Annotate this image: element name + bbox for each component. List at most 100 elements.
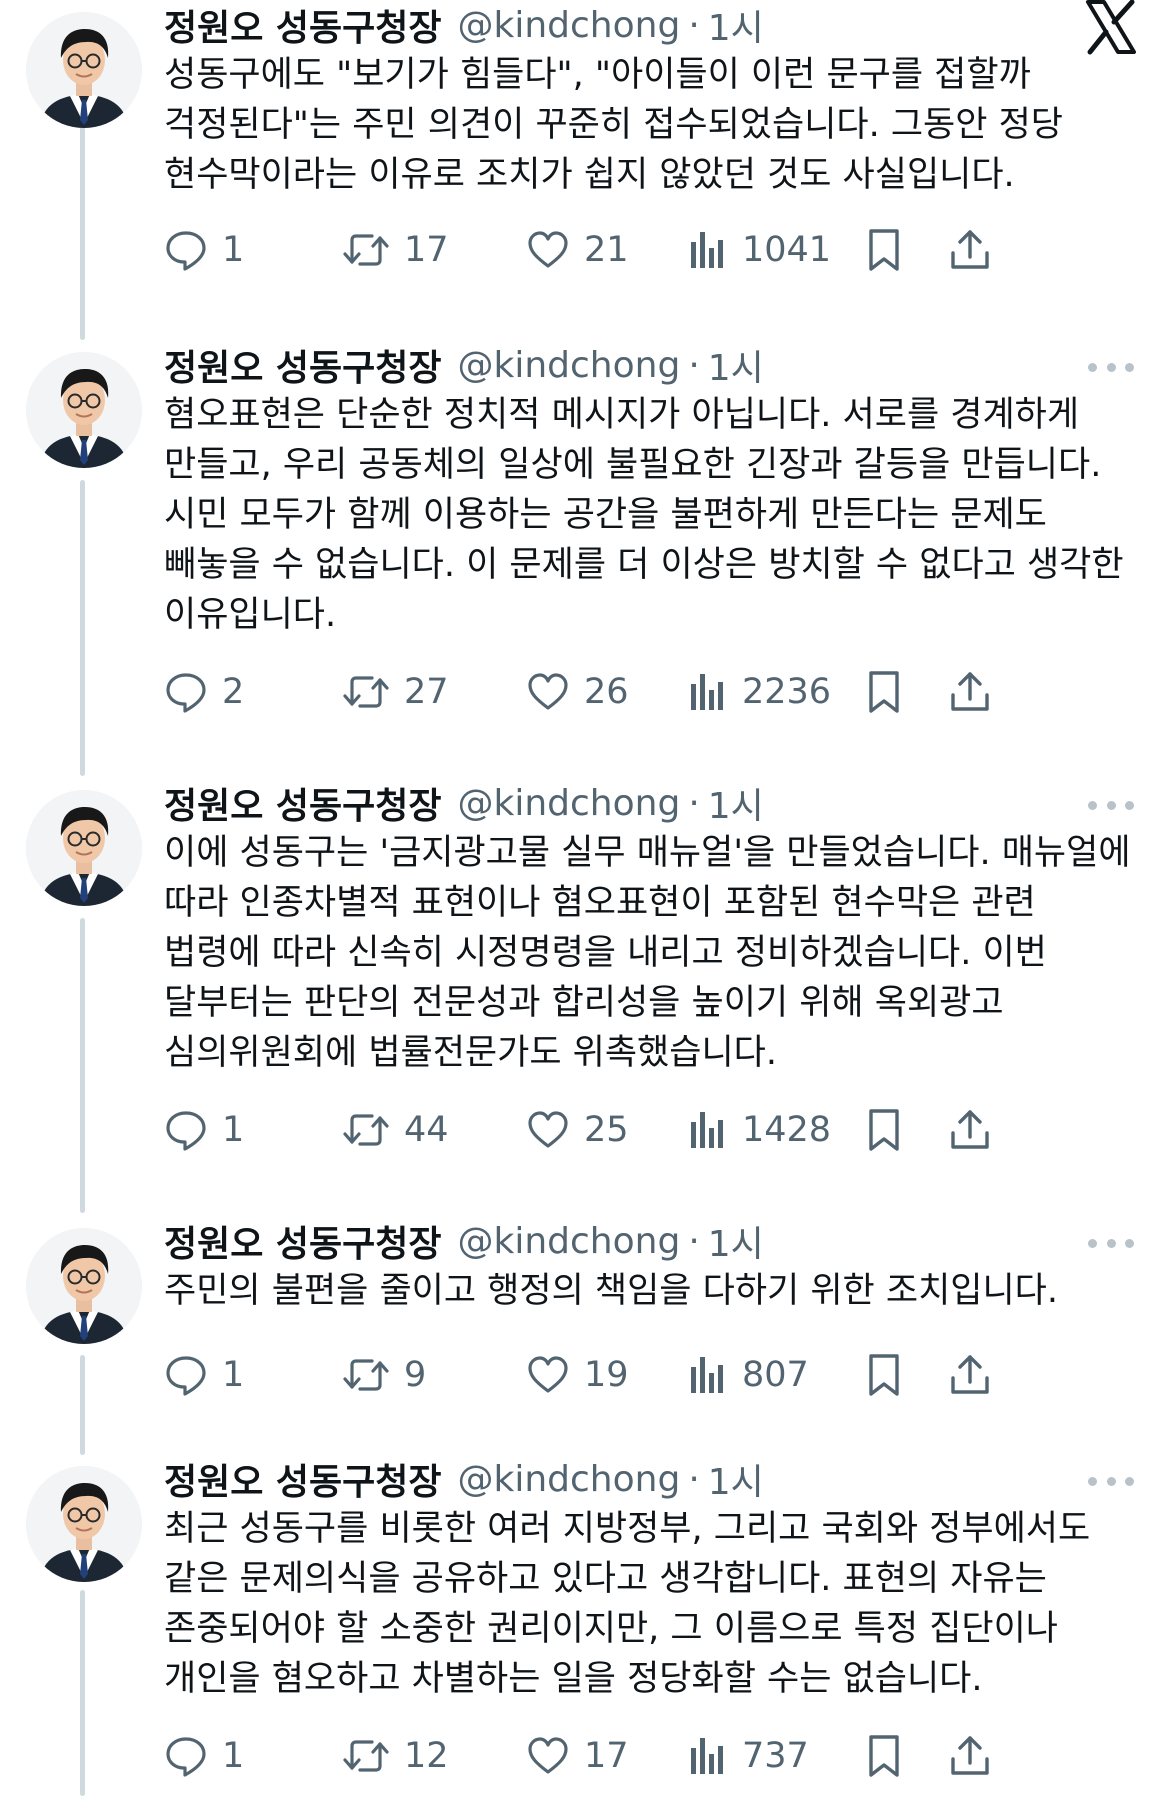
view-count: 737 (742, 1736, 809, 1776)
author-handle[interactable]: @kindchong (458, 345, 681, 386)
more-icon[interactable] (1088, 1228, 1134, 1258)
author-name[interactable]: 정원오 성동구청장 (164, 1453, 442, 1505)
bookmark-button[interactable] (864, 662, 904, 722)
share-button[interactable] (948, 220, 992, 280)
timestamp[interactable]: 1시 (708, 777, 764, 829)
views-icon (691, 232, 723, 268)
like-count: 17 (584, 1736, 629, 1776)
bookmark-button[interactable] (864, 220, 904, 280)
timestamp[interactable]: 1시 (708, 339, 764, 391)
author-name[interactable]: 정원오 성동구청장 (164, 777, 442, 829)
heart-icon (528, 1111, 568, 1148)
timestamp[interactable]: 1시 (708, 1215, 764, 1267)
repost-icon (343, 1359, 389, 1391)
tweet-header: 정원오 성동구청장 @kindchong · 1시 (164, 340, 764, 390)
tweet-text: 혐오표현은 단순한 정치적 메시지가 아닙니다. 서로를 경계하게 만들고, 우… (164, 395, 1124, 635)
separator: · (688, 4, 700, 46)
more-icon[interactable] (1088, 790, 1134, 820)
like-button[interactable]: 21 (526, 220, 629, 280)
share-icon (951, 1736, 989, 1775)
bookmark-button[interactable] (864, 1345, 904, 1405)
bookmark-icon (869, 229, 899, 271)
like-count: 21 (584, 230, 629, 270)
views-button[interactable]: 737 (688, 1726, 809, 1786)
tweet-header: 정원오 성동구청장 @kindchong · 1시 (164, 0, 764, 50)
repost-button[interactable]: 12 (342, 1726, 449, 1786)
share-icon (951, 1110, 989, 1149)
repost-count: 27 (404, 672, 449, 712)
tweet-actions: 2 27 26 2236 (164, 662, 1144, 722)
avatar[interactable] (26, 1228, 142, 1344)
views-icon (691, 674, 723, 710)
tweet-text: 최근 성동구를 비롯한 여러 지방정부, 그리고 국회와 정부에서도 같은 문제… (164, 1509, 1091, 1699)
views-button[interactable]: 1041 (688, 220, 831, 280)
timestamp[interactable]: 1시 (708, 1453, 764, 1505)
reply-button[interactable]: 1 (164, 1100, 244, 1160)
bookmark-button[interactable] (864, 1100, 904, 1160)
like-button[interactable]: 26 (526, 662, 629, 722)
tweet-header: 정원오 성동구청장 @kindchong · 1시 (164, 1216, 764, 1266)
share-button[interactable] (948, 1345, 992, 1405)
x-logo-icon[interactable] (1082, 0, 1140, 56)
author-handle[interactable]: @kindchong (458, 1459, 681, 1500)
repost-button[interactable]: 17 (342, 220, 449, 280)
repost-icon (343, 1114, 389, 1146)
more-icon[interactable] (1088, 1466, 1134, 1496)
author-name[interactable]: 정원오 성동구청장 (164, 0, 442, 51)
bookmark-button[interactable] (864, 1726, 904, 1786)
share-button[interactable] (948, 1100, 992, 1160)
like-button[interactable]: 17 (526, 1726, 629, 1786)
like-count: 25 (584, 1110, 629, 1150)
reply-count: 1 (222, 1110, 245, 1150)
avatar[interactable] (26, 12, 142, 128)
view-count: 1428 (742, 1110, 832, 1150)
repost-count: 9 (404, 1355, 427, 1395)
author-handle[interactable]: @kindchong (458, 1221, 681, 1262)
views-button[interactable]: 2236 (688, 662, 831, 722)
reply-button[interactable]: 1 (164, 1726, 244, 1786)
like-button[interactable]: 25 (526, 1100, 629, 1160)
reply-count: 1 (222, 230, 245, 270)
tweet[interactable]: 정원오 성동구청장 @kindchong · 1시 최근 성동구를 비롯한 여러… (0, 1459, 1170, 1796)
reply-icon (166, 231, 206, 271)
bookmark-icon (869, 1354, 899, 1396)
tweet[interactable]: 정원오 성동구청장 @kindchong · 1시 혐오표현은 단순한 정치적 … (0, 345, 1170, 732)
share-button[interactable] (948, 662, 992, 722)
tweet[interactable]: 정원오 성동구청장 @kindchong · 1시 주민의 불편을 줄이고 행정… (0, 1221, 1170, 1408)
reply-button[interactable]: 1 (164, 1345, 244, 1405)
avatar[interactable] (26, 790, 142, 906)
tweet[interactable]: 정원오 성동구청장 @kindchong · 1시 성동구에도 "보기가 힘들다… (0, 0, 1170, 312)
avatar[interactable] (26, 352, 142, 468)
views-button[interactable]: 807 (688, 1345, 809, 1405)
reply-count: 2 (222, 672, 245, 712)
separator: · (688, 344, 700, 386)
more-icon[interactable] (1088, 352, 1134, 382)
share-icon (951, 230, 989, 269)
reply-button[interactable]: 2 (164, 662, 244, 722)
views-icon (691, 1357, 723, 1393)
author-handle[interactable]: @kindchong (458, 5, 681, 46)
author-handle[interactable]: @kindchong (458, 783, 681, 824)
views-icon (691, 1738, 723, 1774)
tweet[interactable]: 정원오 성동구청장 @kindchong · 1시 이에 성동구는 '금지광고물… (0, 783, 1170, 1170)
repost-button[interactable]: 9 (342, 1345, 426, 1405)
share-icon (951, 672, 989, 711)
author-name[interactable]: 정원오 성동구청장 (164, 1215, 442, 1267)
repost-button[interactable]: 27 (342, 662, 449, 722)
reply-count: 1 (222, 1736, 245, 1776)
tweet-text: 주민의 불편을 줄이고 행정의 책임을 다하기 위한 조치입니다. (164, 1271, 1059, 1311)
avatar[interactable] (26, 1466, 142, 1582)
reply-icon (166, 1356, 206, 1396)
share-button[interactable] (948, 1726, 992, 1786)
reply-icon (166, 673, 206, 713)
like-button[interactable]: 19 (526, 1345, 629, 1405)
author-name[interactable]: 정원오 성동구청장 (164, 339, 442, 391)
views-button[interactable]: 1428 (688, 1100, 831, 1160)
reply-button[interactable]: 1 (164, 220, 244, 280)
bookmark-icon (869, 1735, 899, 1777)
repost-button[interactable]: 44 (342, 1100, 449, 1160)
views-icon (691, 1112, 723, 1148)
reply-count: 1 (222, 1355, 245, 1395)
timestamp[interactable]: 1시 (708, 0, 764, 51)
separator: · (688, 782, 700, 824)
